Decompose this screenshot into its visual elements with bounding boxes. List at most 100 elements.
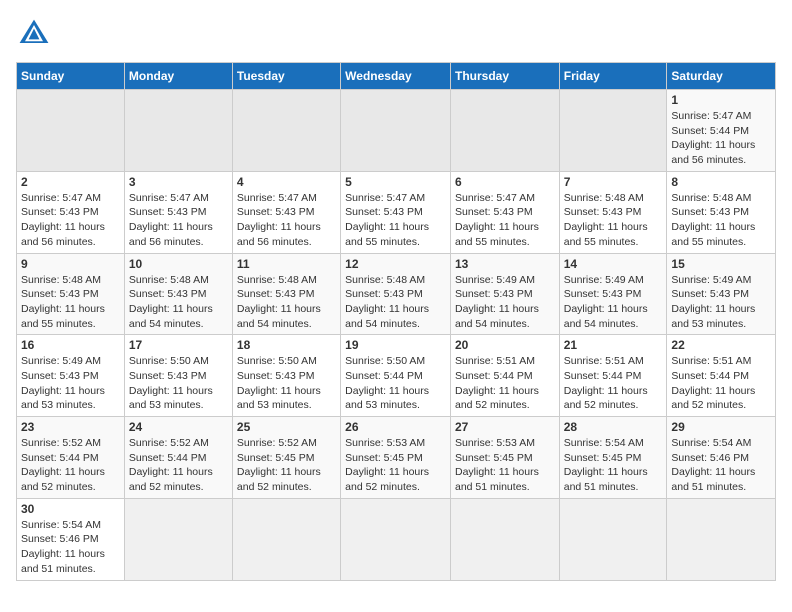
calendar-cell: 26 Sunrise: 5:53 AM Sunset: 5:45 PM Dayli… <box>341 417 451 499</box>
calendar-cell: 2 Sunrise: 5:47 AM Sunset: 5:43 PM Daylig… <box>17 171 125 253</box>
day-number: 7 <box>564 175 663 189</box>
calendar-cell <box>667 498 776 580</box>
day-info: Sunrise: 5:47 AM Sunset: 5:43 PM Dayligh… <box>21 191 120 250</box>
calendar-cell: 10Sunrise: 5:48 AM Sunset: 5:43 PM Dayli… <box>124 253 232 335</box>
calendar-cell <box>124 90 232 172</box>
day-number: 1 <box>671 93 771 107</box>
day-info: Sunrise: 5:48 AM Sunset: 5:43 PM Dayligh… <box>237 273 336 332</box>
day-number: 10 <box>129 257 228 271</box>
day-number: 23 <box>21 420 120 434</box>
day-number: 25 <box>237 420 336 434</box>
day-info: Sunrise: 5:47 AM Sunset: 5:43 PM Dayligh… <box>129 191 228 250</box>
calendar-cell: 8 Sunrise: 5:48 AM Sunset: 5:43 PM Daylig… <box>667 171 776 253</box>
calendar-cell <box>450 498 559 580</box>
day-number: 3 <box>129 175 228 189</box>
day-of-week-header: Saturday <box>667 63 776 90</box>
day-info: Sunrise: 5:48 AM Sunset: 5:43 PM Dayligh… <box>21 273 120 332</box>
calendar-cell: 13 Sunrise: 5:49 AM Sunset: 5:43 PM Dayli… <box>450 253 559 335</box>
calendar-cell: 28Sunrise: 5:54 AM Sunset: 5:45 PM Dayli… <box>559 417 667 499</box>
day-number: 20 <box>455 338 555 352</box>
logo-icon <box>16 16 52 52</box>
day-info: Sunrise: 5:52 AM Sunset: 5:44 PM Dayligh… <box>21 436 120 495</box>
day-number: 18 <box>237 338 336 352</box>
calendar-cell: 19Sunrise: 5:50 AM Sunset: 5:44 PM Dayli… <box>341 335 451 417</box>
day-info: Sunrise: 5:47 AM Sunset: 5:43 PM Dayligh… <box>345 191 446 250</box>
calendar-cell <box>341 90 451 172</box>
day-info: Sunrise: 5:54 AM Sunset: 5:46 PM Dayligh… <box>21 518 120 577</box>
day-info: Sunrise: 5:50 AM Sunset: 5:43 PM Dayligh… <box>129 354 228 413</box>
day-info: Sunrise: 5:49 AM Sunset: 5:43 PM Dayligh… <box>455 273 555 332</box>
day-number: 11 <box>237 257 336 271</box>
day-info: Sunrise: 5:47 AM Sunset: 5:43 PM Dayligh… <box>455 191 555 250</box>
day-number: 19 <box>345 338 446 352</box>
calendar-cell: 6 Sunrise: 5:47 AM Sunset: 5:43 PM Daylig… <box>450 171 559 253</box>
calendar-cell <box>232 498 340 580</box>
calendar-cell: 7 Sunrise: 5:48 AM Sunset: 5:43 PM Daylig… <box>559 171 667 253</box>
day-number: 2 <box>21 175 120 189</box>
calendar-cell: 4Sunrise: 5:47 AM Sunset: 5:43 PM Daylig… <box>232 171 340 253</box>
calendar-week-row: 1 Sunrise: 5:47 AM Sunset: 5:44 PM Daylig… <box>17 90 776 172</box>
calendar-cell: 3 Sunrise: 5:47 AM Sunset: 5:43 PM Daylig… <box>124 171 232 253</box>
calendar-cell: 22Sunrise: 5:51 AM Sunset: 5:44 PM Dayli… <box>667 335 776 417</box>
day-number: 17 <box>129 338 228 352</box>
calendar-cell: 25 Sunrise: 5:52 AM Sunset: 5:45 PM Dayli… <box>232 417 340 499</box>
calendar-cell: 14Sunrise: 5:49 AM Sunset: 5:43 PM Dayli… <box>559 253 667 335</box>
day-number: 26 <box>345 420 446 434</box>
calendar-week-row: 16Sunrise: 5:49 AM Sunset: 5:43 PM Dayli… <box>17 335 776 417</box>
calendar-cell: 16Sunrise: 5:49 AM Sunset: 5:43 PM Dayli… <box>17 335 125 417</box>
logo <box>16 16 56 52</box>
day-info: Sunrise: 5:47 AM Sunset: 5:44 PM Dayligh… <box>671 109 771 168</box>
day-info: Sunrise: 5:54 AM Sunset: 5:46 PM Dayligh… <box>671 436 771 495</box>
calendar-week-row: 2 Sunrise: 5:47 AM Sunset: 5:43 PM Daylig… <box>17 171 776 253</box>
calendar-cell: 27 Sunrise: 5:53 AM Sunset: 5:45 PM Dayli… <box>450 417 559 499</box>
calendar-cell <box>341 498 451 580</box>
day-number: 14 <box>564 257 663 271</box>
day-info: Sunrise: 5:53 AM Sunset: 5:45 PM Dayligh… <box>455 436 555 495</box>
calendar-cell: 12 Sunrise: 5:48 AM Sunset: 5:43 PM Dayli… <box>341 253 451 335</box>
calendar-cell: 11 Sunrise: 5:48 AM Sunset: 5:43 PM Dayli… <box>232 253 340 335</box>
day-number: 12 <box>345 257 446 271</box>
day-info: Sunrise: 5:49 AM Sunset: 5:43 PM Dayligh… <box>21 354 120 413</box>
calendar-cell <box>124 498 232 580</box>
calendar-week-row: 30 Sunrise: 5:54 AM Sunset: 5:46 PM Dayli… <box>17 498 776 580</box>
calendar-cell <box>232 90 340 172</box>
day-number: 22 <box>671 338 771 352</box>
calendar-cell: 18Sunrise: 5:50 AM Sunset: 5:43 PM Dayli… <box>232 335 340 417</box>
day-number: 8 <box>671 175 771 189</box>
day-info: Sunrise: 5:51 AM Sunset: 5:44 PM Dayligh… <box>455 354 555 413</box>
calendar-cell <box>559 498 667 580</box>
day-info: Sunrise: 5:48 AM Sunset: 5:43 PM Dayligh… <box>345 273 446 332</box>
calendar-cell: 23 Sunrise: 5:52 AM Sunset: 5:44 PM Dayli… <box>17 417 125 499</box>
calendar-table: SundayMondayTuesdayWednesdayThursdayFrid… <box>16 62 776 581</box>
day-number: 29 <box>671 420 771 434</box>
day-info: Sunrise: 5:48 AM Sunset: 5:43 PM Dayligh… <box>671 191 771 250</box>
calendar-cell: 9 Sunrise: 5:48 AM Sunset: 5:43 PM Daylig… <box>17 253 125 335</box>
calendar-cell: 20 Sunrise: 5:51 AM Sunset: 5:44 PM Dayli… <box>450 335 559 417</box>
day-number: 4 <box>237 175 336 189</box>
day-of-week-header: Friday <box>559 63 667 90</box>
calendar-week-row: 23 Sunrise: 5:52 AM Sunset: 5:44 PM Dayli… <box>17 417 776 499</box>
day-number: 6 <box>455 175 555 189</box>
day-of-week-header: Tuesday <box>232 63 340 90</box>
day-number: 27 <box>455 420 555 434</box>
page-header <box>16 16 776 52</box>
day-number: 5 <box>345 175 446 189</box>
calendar-cell: 29 Sunrise: 5:54 AM Sunset: 5:46 PM Dayli… <box>667 417 776 499</box>
day-info: Sunrise: 5:54 AM Sunset: 5:45 PM Dayligh… <box>564 436 663 495</box>
day-info: Sunrise: 5:52 AM Sunset: 5:44 PM Dayligh… <box>129 436 228 495</box>
day-number: 24 <box>129 420 228 434</box>
day-of-week-header: Monday <box>124 63 232 90</box>
day-info: Sunrise: 5:52 AM Sunset: 5:45 PM Dayligh… <box>237 436 336 495</box>
day-number: 13 <box>455 257 555 271</box>
day-number: 30 <box>21 502 120 516</box>
calendar-cell: 24 Sunrise: 5:52 AM Sunset: 5:44 PM Dayli… <box>124 417 232 499</box>
day-info: Sunrise: 5:48 AM Sunset: 5:43 PM Dayligh… <box>564 191 663 250</box>
calendar-week-row: 9 Sunrise: 5:48 AM Sunset: 5:43 PM Daylig… <box>17 253 776 335</box>
day-of-week-header: Wednesday <box>341 63 451 90</box>
day-number: 15 <box>671 257 771 271</box>
day-info: Sunrise: 5:53 AM Sunset: 5:45 PM Dayligh… <box>345 436 446 495</box>
calendar-cell: 17 Sunrise: 5:50 AM Sunset: 5:43 PM Dayli… <box>124 335 232 417</box>
calendar-cell: 1 Sunrise: 5:47 AM Sunset: 5:44 PM Daylig… <box>667 90 776 172</box>
calendar-cell <box>450 90 559 172</box>
day-number: 9 <box>21 257 120 271</box>
